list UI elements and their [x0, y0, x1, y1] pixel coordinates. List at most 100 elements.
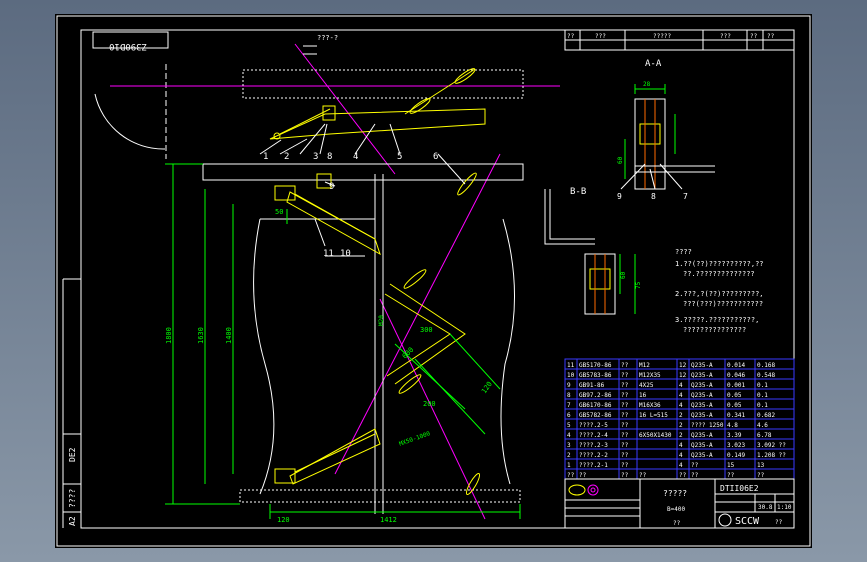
parts-cell: 0.1: [757, 382, 768, 389]
tb-drawing-name: ?????: [663, 489, 687, 498]
section-bb: [544, 189, 636, 315]
belt-outline-right: [500, 218, 516, 485]
aa-callout-7: 7: [683, 192, 688, 201]
parts-cell: 2: [567, 452, 571, 459]
parts-cell: Q235-A: [691, 372, 713, 379]
parts-cell: ????.2-3: [579, 442, 608, 449]
tb-company: SCCW: [735, 516, 760, 527]
bb-dim-h: 60: [620, 271, 627, 279]
parts-cell: 4: [567, 432, 571, 439]
parts-cell: 13: [757, 462, 765, 469]
v-bracket-upper: [274, 173, 381, 256]
note-line-2: 2.???,?(??)?????????,: [675, 290, 764, 298]
cad-viewport[interactable]: DE2 ???? A2 Z390D10 1800 1630 1400 1412 …: [55, 14, 812, 548]
section-bb-title: B-B: [570, 187, 586, 197]
dim-angle-b: 200: [423, 400, 436, 408]
parts-cell: 4: [679, 382, 683, 389]
note-line-4: 3.?????.???????????,: [675, 316, 759, 324]
aa-dim-h: 60: [617, 156, 624, 164]
v-bracket-lower: [274, 428, 381, 485]
parts-cell: 9: [567, 382, 571, 389]
callout-9: 9: [329, 182, 334, 192]
callout-8: 8: [327, 152, 332, 162]
parts-cell: GB6170-86: [579, 402, 612, 409]
logo-symbol: [568, 484, 599, 496]
parts-cell: 12: [679, 372, 687, 379]
note-line-1: ??.??????????????: [683, 270, 755, 278]
aa-callout-9: 9: [617, 192, 622, 201]
dim-longdim: MX50-1000: [398, 430, 431, 448]
parts-cell: 4: [679, 442, 683, 449]
parts-cell: 0.682: [757, 412, 775, 419]
parts-cell: 10: [567, 372, 575, 379]
parts-cell: 6: [567, 412, 571, 419]
parts-cell: 4: [679, 452, 683, 459]
note-line-3: ???(???)???????????: [683, 300, 763, 308]
dim-w-left2: 50: [275, 208, 283, 216]
parts-cell: Q235-A: [691, 432, 713, 439]
parts-cell: 7: [567, 402, 571, 409]
parts-cell: Q235-A: [691, 402, 713, 409]
parts-cell: 1.208 ??: [757, 452, 786, 459]
callout-11: 11: [323, 249, 334, 259]
dim-angle-a: 300: [420, 326, 433, 334]
parts-cell: 6.78: [757, 432, 772, 439]
parts-cell: 0.1: [757, 402, 768, 409]
rev-box-text: Z390D10: [109, 41, 147, 51]
parts-header-cell: ??: [579, 472, 587, 479]
parts-cell: 16: [639, 392, 647, 399]
parts-cell: 3.023: [727, 442, 745, 449]
dim-h-mid: 1400: [225, 327, 233, 344]
parts-cell: Q235-A: [691, 382, 713, 389]
parts-cell: 2: [679, 412, 683, 419]
tb-spec: B=400: [667, 506, 685, 513]
note-line-0: 1.??(??)??????????,??: [675, 260, 764, 268]
parts-cell: 2: [679, 422, 683, 429]
aa-dim-w: 28: [643, 81, 651, 88]
parts-header-cell: ??: [679, 472, 687, 479]
arc-outline: [94, 93, 166, 150]
parts-cell: 0.046: [727, 372, 745, 379]
note-line-5: ???????????????: [683, 326, 746, 334]
tb-ratio: 30.8: [758, 504, 773, 511]
parts-cell: 3.092 ??: [757, 442, 786, 449]
parts-cell: ??: [621, 392, 629, 399]
callout-2: 2: [284, 152, 289, 162]
hdr-5: ??: [767, 33, 775, 40]
callout-1: 1: [263, 152, 268, 162]
hdr-1: ???: [595, 33, 606, 40]
parts-cell: M12X35: [639, 372, 661, 379]
parts-cell: 15: [727, 462, 735, 469]
parts-cell: 0.05: [727, 402, 742, 409]
parts-cell: ??: [691, 462, 699, 469]
dim-seg: 120: [480, 380, 494, 395]
parts-cell: 0.05: [727, 392, 742, 399]
parts-header-cell: ??: [757, 472, 765, 479]
dim-h-inner: 1630: [197, 327, 205, 344]
parts-cell: 11: [567, 362, 575, 369]
inner-frame: [80, 29, 795, 529]
notes-title: ????: [675, 248, 692, 256]
parts-header-cell: ??: [727, 472, 735, 479]
parts-header-cell: ??: [691, 472, 699, 479]
parts-cell: M16X36: [639, 402, 661, 409]
parts-cell: 12: [679, 362, 687, 369]
parts-cell: 16 L=515: [639, 412, 668, 419]
parts-cell: 0.001: [727, 382, 745, 389]
tb-company-suffix: ??: [775, 519, 783, 526]
side-label-top: DE2: [68, 447, 77, 462]
hdr-4: ??: [750, 33, 758, 40]
tb-scale: 1:10: [777, 504, 792, 511]
parts-cell: 4.8: [727, 422, 738, 429]
parts-cell: GB5783-86: [579, 372, 612, 379]
parts-cell: 0.548: [757, 372, 775, 379]
parts-cell: 0.014: [727, 362, 745, 369]
parts-cell: ???? 1250: [691, 422, 724, 429]
parts-cell: ????.2-2: [579, 452, 608, 459]
parts-cell: ??: [621, 432, 629, 439]
parts-cell: 4: [679, 462, 683, 469]
parts-cell: ??: [621, 382, 629, 389]
bb-dim-h2: 75: [635, 281, 642, 289]
rail-top: [242, 69, 524, 99]
dim-w-left: 120: [277, 516, 290, 524]
